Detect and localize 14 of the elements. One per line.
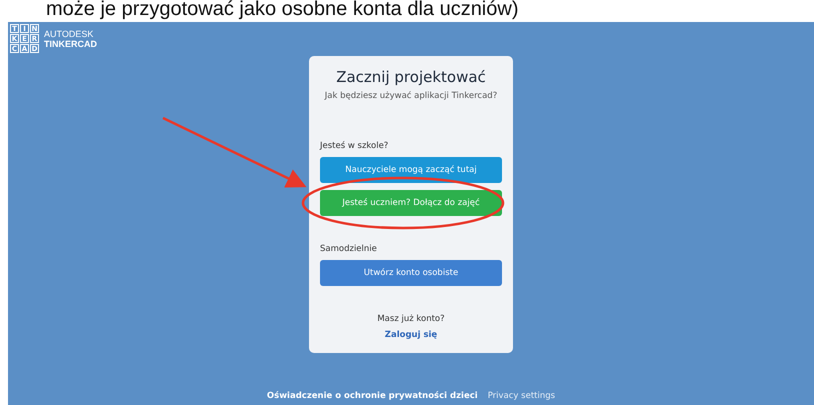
brand-name: AUTODESK [44,28,94,38]
action-button[interactable]: Jesteś uczniem? Dołącz do zajęć [320,190,502,216]
card-subtitle: Jak będziesz używać aplikacji Tinkercad? [324,91,498,101]
signin-prompt: Masz już konto? [377,314,445,324]
section-label: Jesteś w szkole? [320,141,390,151]
signin-link[interactable]: Zaloguj się [384,330,438,340]
document-text: może je przygotować jako osobne konta dla uczniów) [45,0,520,22]
card-title: Zacznij projektować [336,68,486,86]
action-button[interactable]: Nauczyciele mogą zacząć tutaj [320,157,502,183]
footer-link[interactable]: Oświadczenie o ochronie prywatności dzieci [266,391,478,401]
action-button[interactable]: Utwórz konto osobiste [320,260,502,286]
section-label: Samodzielnie [320,244,378,254]
footer-link[interactable]: Privacy settings [488,391,556,401]
product-name: TINKERCAD [44,38,97,48]
